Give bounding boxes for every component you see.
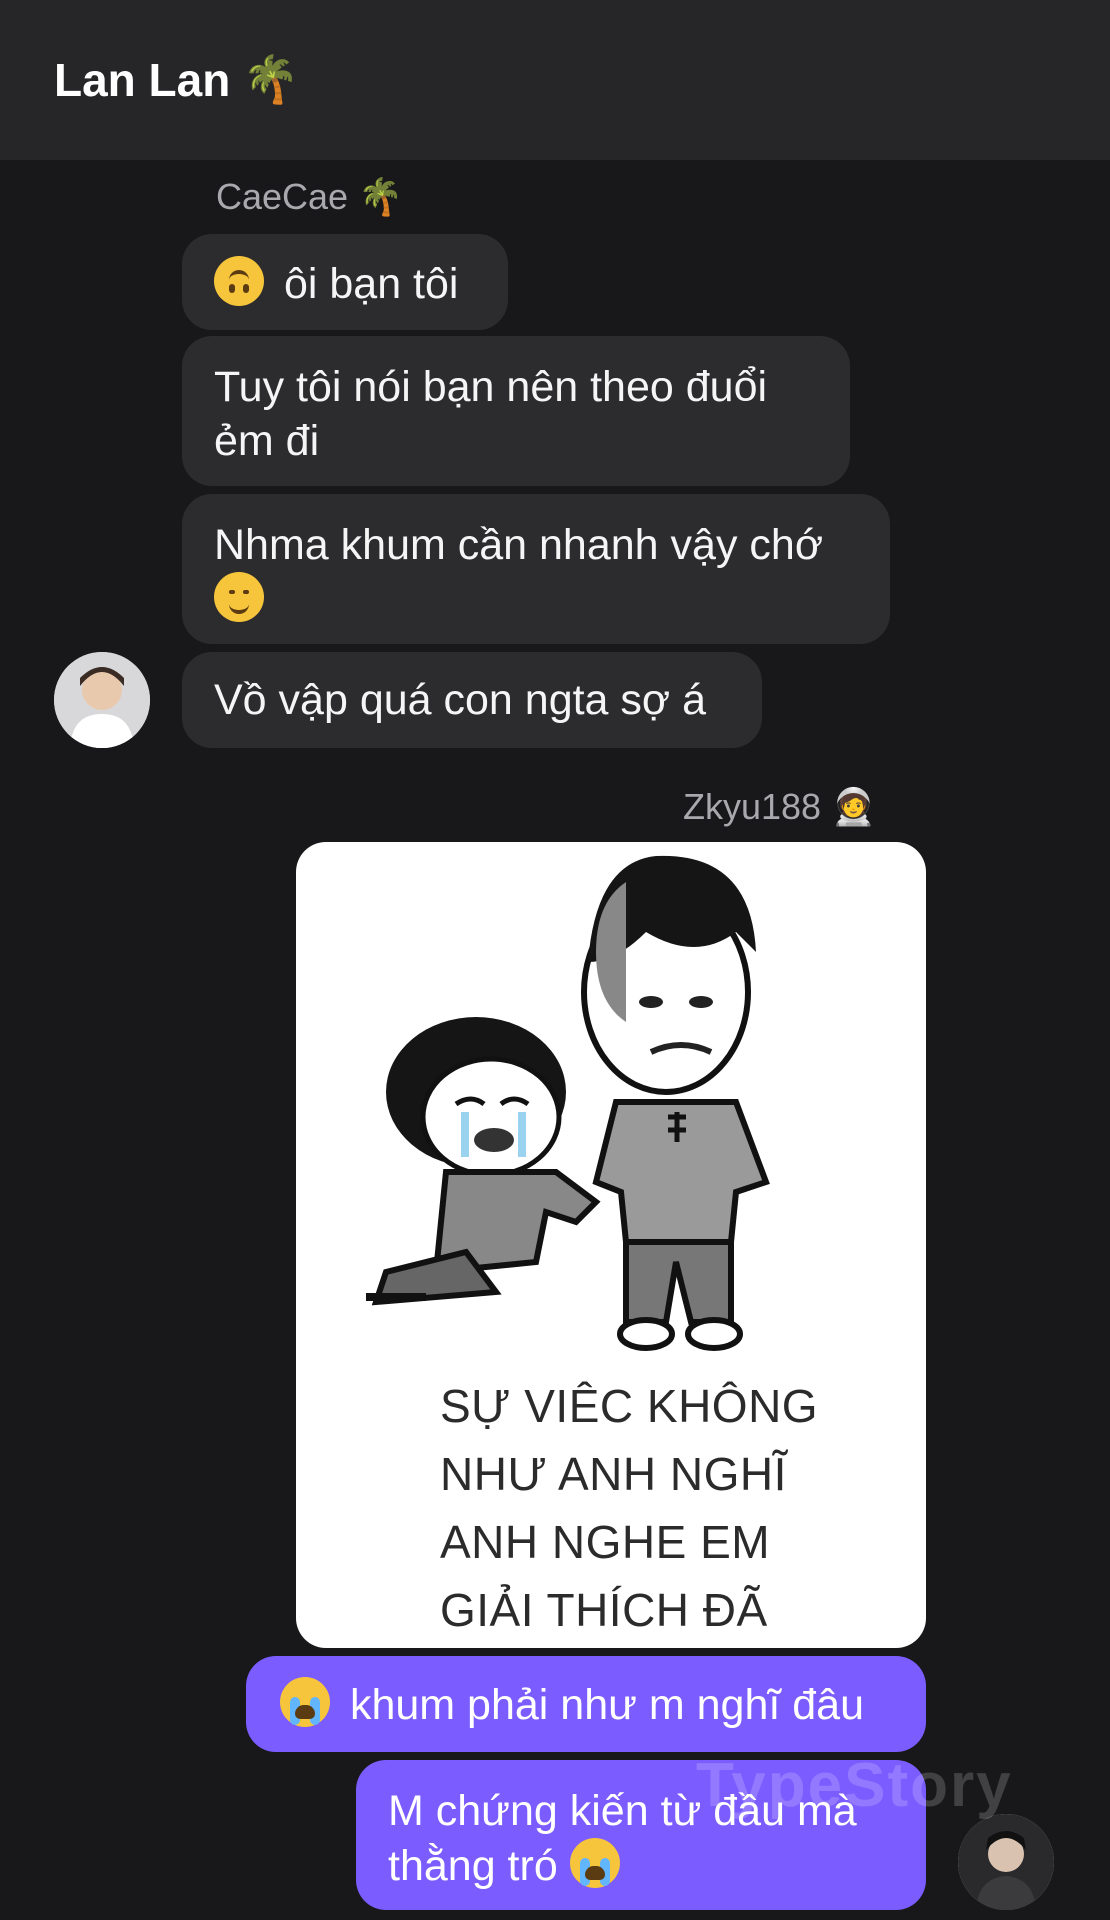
smiling-face-icon	[214, 572, 264, 622]
incoming-message-1[interactable]: ôi bạn tôi	[182, 234, 508, 330]
meme-illustration	[366, 855, 770, 1351]
chat-title-text: Lan Lan	[54, 53, 231, 106]
meme-caption-line: GIẢI THÍCH ĐÃ	[440, 1584, 768, 1636]
incoming-message-3[interactable]: Nhma khum cần nhanh vậy chớ	[182, 494, 890, 644]
meme-caption-line: ANH NGHE EM	[440, 1516, 771, 1568]
meme-caption-line: SỰ VIÊC KHÔNG	[440, 1380, 819, 1432]
outgoing-sender-name: Zkyu188	[683, 786, 822, 827]
incoming-avatar[interactable]	[54, 652, 150, 748]
chat-title[interactable]: Lan Lan 🌴	[54, 52, 300, 107]
outgoing-message-1[interactable]: khum phải như m nghĩ đâu	[246, 1656, 926, 1752]
incoming-message-4[interactable]: Vồ vập quá con ngta sợ á	[182, 652, 762, 748]
message-text: Nhma khum cần nhanh vậy chớ	[214, 521, 824, 569]
incoming-message-2[interactable]: Tuy tôi nói bạn nên theo đuổi ẻm đi	[182, 336, 850, 486]
palm-tree-icon: 🌴	[358, 177, 403, 218]
astronaut-icon: 🧑‍🚀	[831, 787, 876, 828]
outgoing-avatar[interactable]	[958, 1814, 1054, 1910]
message-text: khum phải như m nghĩ đâu	[349, 1681, 865, 1729]
outgoing-sender-label: Zkyu188 🧑‍🚀	[683, 786, 876, 828]
message-text: Vồ vập quá con ngta sợ á	[214, 676, 706, 724]
loudly-crying-face-icon	[569, 1838, 620, 1888]
meme-caption: SỰ VIÊC KHÔNG NHƯ ANH NGHĨ ANH NGHE EM G…	[440, 1372, 860, 1644]
loudly-crying-face-icon	[280, 1677, 330, 1727]
palm-tree-icon: 🌴	[242, 52, 300, 106]
incoming-sender-name: CaeCae	[216, 176, 349, 217]
incoming-sender-label: CaeCae 🌴	[216, 176, 403, 218]
image-message[interactable]: SỰ VIÊC KHÔNG NHƯ ANH NGHĨ ANH NGHE EM G…	[296, 842, 926, 1648]
message-text: Tuy tôi nói bạn nên theo đuổi ẻm đi	[214, 363, 768, 465]
meme-caption-line: NHƯ ANH NGHĨ	[440, 1448, 787, 1500]
watermark-text: TypeStory	[696, 1751, 1013, 1820]
message-text: ôi bạn tôi	[283, 260, 459, 308]
avatar-image	[54, 652, 150, 748]
upside-down-face-icon	[214, 256, 264, 306]
chat-header: Lan Lan 🌴	[0, 0, 1110, 160]
avatar-image	[958, 1814, 1054, 1910]
